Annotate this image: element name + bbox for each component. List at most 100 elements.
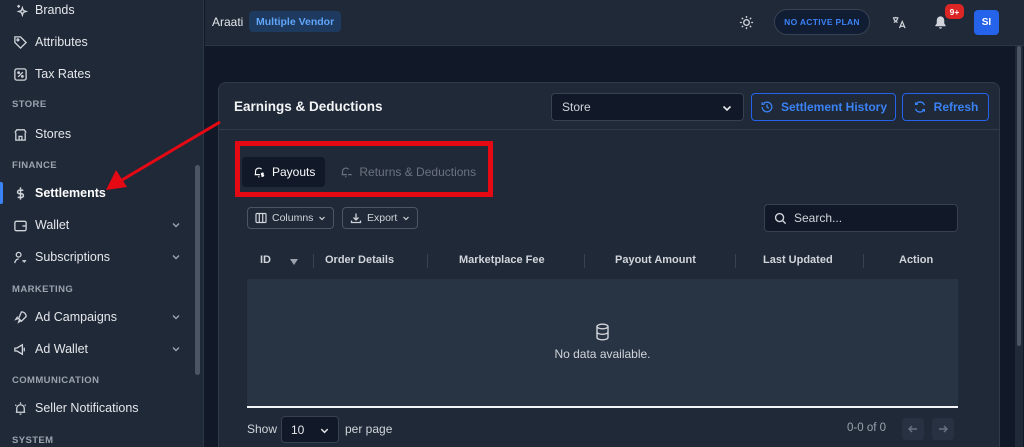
arrow-right-icon xyxy=(939,425,948,433)
user-key-icon xyxy=(12,249,28,265)
chevron-down-icon xyxy=(172,315,180,320)
dollar-icon xyxy=(12,185,28,201)
search-icon xyxy=(774,212,787,224)
chevron-down-icon xyxy=(320,428,329,434)
refresh-button[interactable]: Refresh xyxy=(902,93,989,121)
translate-icon[interactable] xyxy=(889,13,907,31)
topbar: Araati Multiple Vendor NO ACTIVE PLAN 9+… xyxy=(205,0,1024,46)
table-horizontal-scrollbar[interactable] xyxy=(247,406,958,408)
sort-desc-icon[interactable] xyxy=(289,258,299,266)
sidebar-item-label: Seller Notifications xyxy=(35,401,139,415)
wallet-icon xyxy=(12,217,28,233)
column-header-action: Action xyxy=(899,254,934,266)
page-title: Earnings & Deductions xyxy=(234,99,383,114)
prev-page-button[interactable] xyxy=(902,418,924,440)
column-separator xyxy=(427,254,428,268)
sidebar-item-label: Wallet xyxy=(35,218,70,232)
vendor-badge: Multiple Vendor xyxy=(249,11,342,32)
settlement-history-button[interactable]: Settlement History xyxy=(751,93,896,121)
column-header-payout-amount[interactable]: Payout Amount xyxy=(615,254,696,266)
per-page-select[interactable]: 10 xyxy=(281,416,339,443)
sidebar-item-label: Stores xyxy=(35,127,72,141)
column-header-last-updated[interactable]: Last Updated xyxy=(763,254,833,266)
sidebar-item-stores[interactable]: Stores xyxy=(0,119,196,149)
settlement-history-label: Settlement History xyxy=(780,100,888,114)
plan-status-button[interactable]: NO ACTIVE PLAN xyxy=(774,9,870,35)
chevron-down-icon xyxy=(403,216,410,221)
chevron-down-icon xyxy=(319,216,326,221)
sidebar-item-seller-notifications[interactable]: Seller Notifications xyxy=(0,393,196,423)
megaphone-icon xyxy=(12,341,28,357)
section-label-marketing: MARKETING xyxy=(12,284,74,295)
next-page-button[interactable] xyxy=(932,418,954,440)
show-label: Show xyxy=(247,422,278,436)
annotation-highlight-box xyxy=(235,141,493,197)
sidebar-item-label: Subscriptions xyxy=(35,250,111,264)
sidebar-item-label: Attributes xyxy=(35,35,88,49)
sidebar-item-ad-wallet[interactable]: Ad Wallet xyxy=(0,334,196,364)
section-label-system: SYSTEM xyxy=(12,435,54,446)
sidebar-item-label: Settlements xyxy=(35,186,106,200)
sidebar-item-brands[interactable]: Brands xyxy=(0,0,196,25)
download-icon xyxy=(350,213,362,224)
search-box xyxy=(764,204,958,232)
arrow-left-icon xyxy=(908,425,917,433)
percent-icon xyxy=(12,66,28,82)
chevron-down-icon xyxy=(172,223,180,228)
sidebar: Brands Attributes Tax Rates STORE Stores… xyxy=(0,0,204,447)
column-header-id[interactable]: ID xyxy=(260,254,271,266)
sidebar-item-settlements[interactable]: Settlements xyxy=(0,178,196,208)
column-header-marketplace-fee[interactable]: Marketplace Fee xyxy=(459,254,545,266)
sparkles-icon xyxy=(12,2,28,18)
table-body: No data available. xyxy=(247,279,958,406)
refresh-icon xyxy=(914,101,925,113)
per-page-value: 10 xyxy=(291,422,305,437)
columns-icon xyxy=(255,212,267,224)
main-scrollbar[interactable] xyxy=(1015,46,1023,447)
refresh-label: Refresh xyxy=(933,100,979,114)
earnings-card: Earnings & Deductions Store Settlement H… xyxy=(218,82,1000,447)
empty-state-text: No data available. xyxy=(554,347,651,361)
sun-icon[interactable] xyxy=(737,13,755,31)
sidebar-item-subscriptions[interactable]: Subscriptions xyxy=(0,242,196,272)
rocket-icon xyxy=(12,309,28,325)
section-label-store: STORE xyxy=(12,99,47,110)
card-divider xyxy=(219,129,999,130)
section-label-finance: FINANCE xyxy=(12,160,58,171)
table-header: ID Order Details Marketplace Fee Payout … xyxy=(247,243,958,279)
export-label: Export xyxy=(367,212,398,224)
column-separator xyxy=(313,254,314,268)
chevron-down-icon xyxy=(172,255,180,260)
pagination-range: 0-0 of 0 xyxy=(847,422,886,434)
database-icon xyxy=(596,323,609,341)
column-separator xyxy=(584,254,585,268)
store-select[interactable]: Store xyxy=(551,93,744,121)
tag-icon xyxy=(12,34,28,50)
notification-count-badge: 9+ xyxy=(945,4,964,19)
columns-button[interactable]: Columns xyxy=(247,207,335,229)
chevron-down-icon xyxy=(722,105,732,112)
sidebar-item-attributes[interactable]: Attributes xyxy=(0,27,196,57)
store-icon xyxy=(12,126,28,142)
section-label-communication: COMMUNICATION xyxy=(12,375,100,386)
sidebar-scrollbar[interactable] xyxy=(195,165,200,375)
store-select-value: Store xyxy=(562,100,591,114)
per-page-label: per page xyxy=(345,422,393,436)
history-icon xyxy=(761,101,773,113)
column-separator xyxy=(735,254,736,268)
sidebar-item-label: Tax Rates xyxy=(35,67,91,81)
sidebar-item-tax-rates[interactable]: Tax Rates xyxy=(0,59,196,89)
export-button[interactable]: Export xyxy=(342,207,419,229)
brand-name: Araati xyxy=(212,15,244,29)
search-input[interactable] xyxy=(794,211,944,225)
column-separator xyxy=(863,254,864,268)
sidebar-item-wallet[interactable]: Wallet xyxy=(0,210,196,240)
columns-label: Columns xyxy=(272,212,314,224)
avatar[interactable]: SI xyxy=(974,10,999,35)
sidebar-item-label: Ad Campaigns xyxy=(35,310,117,324)
chevron-down-icon xyxy=(172,347,180,352)
sidebar-item-label: Brands xyxy=(35,3,75,17)
alarm-icon xyxy=(12,400,28,416)
column-header-order-details[interactable]: Order Details xyxy=(325,254,394,266)
sidebar-item-ad-campaigns[interactable]: Ad Campaigns xyxy=(0,302,196,332)
